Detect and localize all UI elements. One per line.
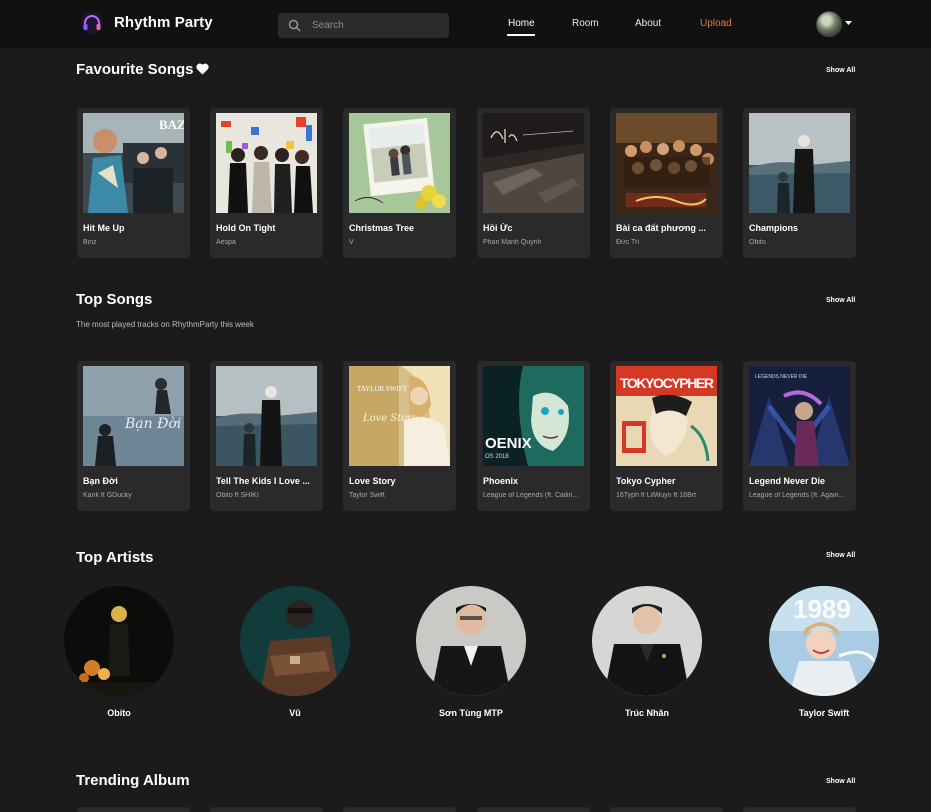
song-artist[interactable]: 16Typh ft LilWuyn ft 16Brt xyxy=(616,492,718,499)
song-card[interactable]: Bài ca đất phương ... Đức Trí xyxy=(610,108,723,258)
song-title[interactable]: Phoenix xyxy=(483,476,585,486)
album-art xyxy=(616,113,717,213)
heart-icon[interactable] xyxy=(196,63,209,75)
song-title[interactable]: Tokyo Cypher xyxy=(616,476,718,486)
artist-name[interactable]: Taylor Swift xyxy=(764,708,884,718)
album-card[interactable] xyxy=(743,807,856,812)
album-card[interactable] xyxy=(610,807,723,812)
svg-text:OENIX: OENIX xyxy=(485,435,532,452)
artist-avatar[interactable]: 1989 xyxy=(769,586,879,696)
song-title[interactable]: Bạn Đời xyxy=(83,476,185,486)
nav-room-link[interactable]: Room xyxy=(572,18,599,29)
favourite-songs-title: Favourite Songs xyxy=(76,61,194,78)
album-art: TAYLOR SWIFT Love Story xyxy=(349,366,450,466)
album-art xyxy=(483,113,584,213)
song-artist[interactable]: Aespa xyxy=(216,239,318,246)
song-title[interactable]: Love Story xyxy=(349,476,451,486)
album-card[interactable] xyxy=(343,807,456,812)
song-title[interactable]: Champions xyxy=(749,223,851,233)
artist-name[interactable]: Obito xyxy=(59,708,179,718)
song-artist[interactable]: Karik ft GDucky xyxy=(83,492,185,499)
song-card[interactable]: Bạn Đời Bạn Đời Karik ft GDucky xyxy=(77,361,190,511)
nav-active-underline xyxy=(507,34,535,36)
svg-text:TAYLOR SWIFT: TAYLOR SWIFT xyxy=(357,385,408,393)
nav-upload-link[interactable]: Upload xyxy=(700,18,732,29)
artist-avatar[interactable] xyxy=(64,586,174,696)
svg-text:OS 2018: OS 2018 xyxy=(485,454,509,460)
album-card[interactable] xyxy=(477,807,590,812)
album-card[interactable] xyxy=(77,807,190,812)
song-artist[interactable]: Binz xyxy=(83,239,185,246)
favourite-show-all-link[interactable]: Show All xyxy=(826,67,855,74)
top-navbar: Rhythm Party Home Room About Upload xyxy=(0,0,931,48)
svg-text:Bạn Đời: Bạn Đời xyxy=(124,416,181,432)
song-artist[interactable]: Đức Trí xyxy=(616,239,718,246)
nav-home-link[interactable]: Home xyxy=(508,18,535,29)
brand-name[interactable]: Rhythm Party xyxy=(114,14,213,31)
trending-album-show-all-link[interactable]: Show All xyxy=(826,778,855,785)
album-art: Bạn Đời xyxy=(83,366,184,466)
svg-text:BAZ: BAZ xyxy=(159,117,184,132)
trending-album-title: Trending Album xyxy=(76,772,190,789)
album-art xyxy=(749,113,850,213)
song-artist[interactable]: League of Legends (ft. Again... xyxy=(749,492,851,499)
song-artist[interactable]: Taylor Swift xyxy=(349,492,451,499)
song-artist[interactable]: Obito ft SHIKI xyxy=(216,492,318,499)
song-artist[interactable]: Phan Mạnh Quỳnh xyxy=(483,239,585,246)
search-bar[interactable] xyxy=(278,13,449,38)
song-title[interactable]: Hồi Ức xyxy=(483,223,585,233)
song-card[interactable]: Tell The Kids I Love ... Obito ft SHIKI xyxy=(210,361,323,511)
song-artist[interactable]: V xyxy=(349,239,451,246)
nav-about-link[interactable]: About xyxy=(635,18,661,29)
artist-name[interactable]: Vũ xyxy=(235,708,355,718)
album-art xyxy=(349,113,450,213)
top-artists-title: Top Artists xyxy=(76,549,154,566)
album-art: BAZ xyxy=(83,113,184,213)
song-title[interactable]: Hit Me Up xyxy=(83,223,185,233)
top-songs-show-all-link[interactable]: Show All xyxy=(826,297,855,304)
song-artist[interactable]: League of Legends (ft. Cailin... xyxy=(483,492,585,499)
svg-text:TOKYOCYPHER: TOKYOCYPHER xyxy=(620,375,714,391)
top-songs-title: Top Songs xyxy=(76,291,153,308)
song-title[interactable]: Bài ca đất phương ... xyxy=(616,223,718,233)
album-art: TOKYOCYPHER xyxy=(616,366,717,466)
svg-text:LEGENDS NEVER DIE: LEGENDS NEVER DIE xyxy=(755,374,808,380)
song-card[interactable]: OENIX OS 2018 Phoenix League of Legends … xyxy=(477,361,590,511)
artist-avatar[interactable] xyxy=(240,586,350,696)
song-title[interactable]: Tell The Kids I Love ... xyxy=(216,476,318,486)
artist-avatar[interactable] xyxy=(592,586,702,696)
user-avatar[interactable] xyxy=(816,11,842,37)
album-art xyxy=(216,113,317,213)
search-icon xyxy=(288,19,301,32)
song-card[interactable]: Christmas Tree V xyxy=(343,108,456,258)
song-title[interactable]: Hold On Tight xyxy=(216,223,318,233)
headphones-logo-icon[interactable] xyxy=(80,11,104,35)
song-card[interactable]: Hồi Ức Phan Mạnh Quỳnh xyxy=(477,108,590,258)
song-card[interactable]: BAZ Hit Me Up Binz xyxy=(77,108,190,258)
song-card[interactable]: LEGENDS NEVER DIE Legend Never Die Leagu… xyxy=(743,361,856,511)
album-card[interactable] xyxy=(210,807,323,812)
song-title[interactable]: Christmas Tree xyxy=(349,223,451,233)
song-card[interactable]: TOKYOCYPHER Tokyo Cypher 16Typh ft LilWu… xyxy=(610,361,723,511)
search-input[interactable] xyxy=(312,13,442,38)
artist-name[interactable]: Sơn Tùng MTP xyxy=(411,708,531,718)
song-card[interactable]: Hold On Tight Aespa xyxy=(210,108,323,258)
svg-text:1989: 1989 xyxy=(793,594,851,624)
top-songs-subtitle: The most played tracks on RhythmParty th… xyxy=(76,320,254,329)
chevron-down-icon[interactable] xyxy=(845,20,852,26)
artist-name[interactable]: Trúc Nhân xyxy=(587,708,707,718)
song-artist[interactable]: Obito xyxy=(749,239,851,246)
album-art: LEGENDS NEVER DIE xyxy=(749,366,850,466)
svg-text:Love Story: Love Story xyxy=(362,413,418,424)
song-card[interactable]: TAYLOR SWIFT Love Story Love Story Taylo… xyxy=(343,361,456,511)
song-title[interactable]: Legend Never Die xyxy=(749,476,851,486)
album-art: OENIX OS 2018 xyxy=(483,366,584,466)
artist-avatar[interactable] xyxy=(416,586,526,696)
top-artists-show-all-link[interactable]: Show All xyxy=(826,552,855,559)
album-art xyxy=(216,366,317,466)
song-card[interactable]: Champions Obito xyxy=(743,108,856,258)
